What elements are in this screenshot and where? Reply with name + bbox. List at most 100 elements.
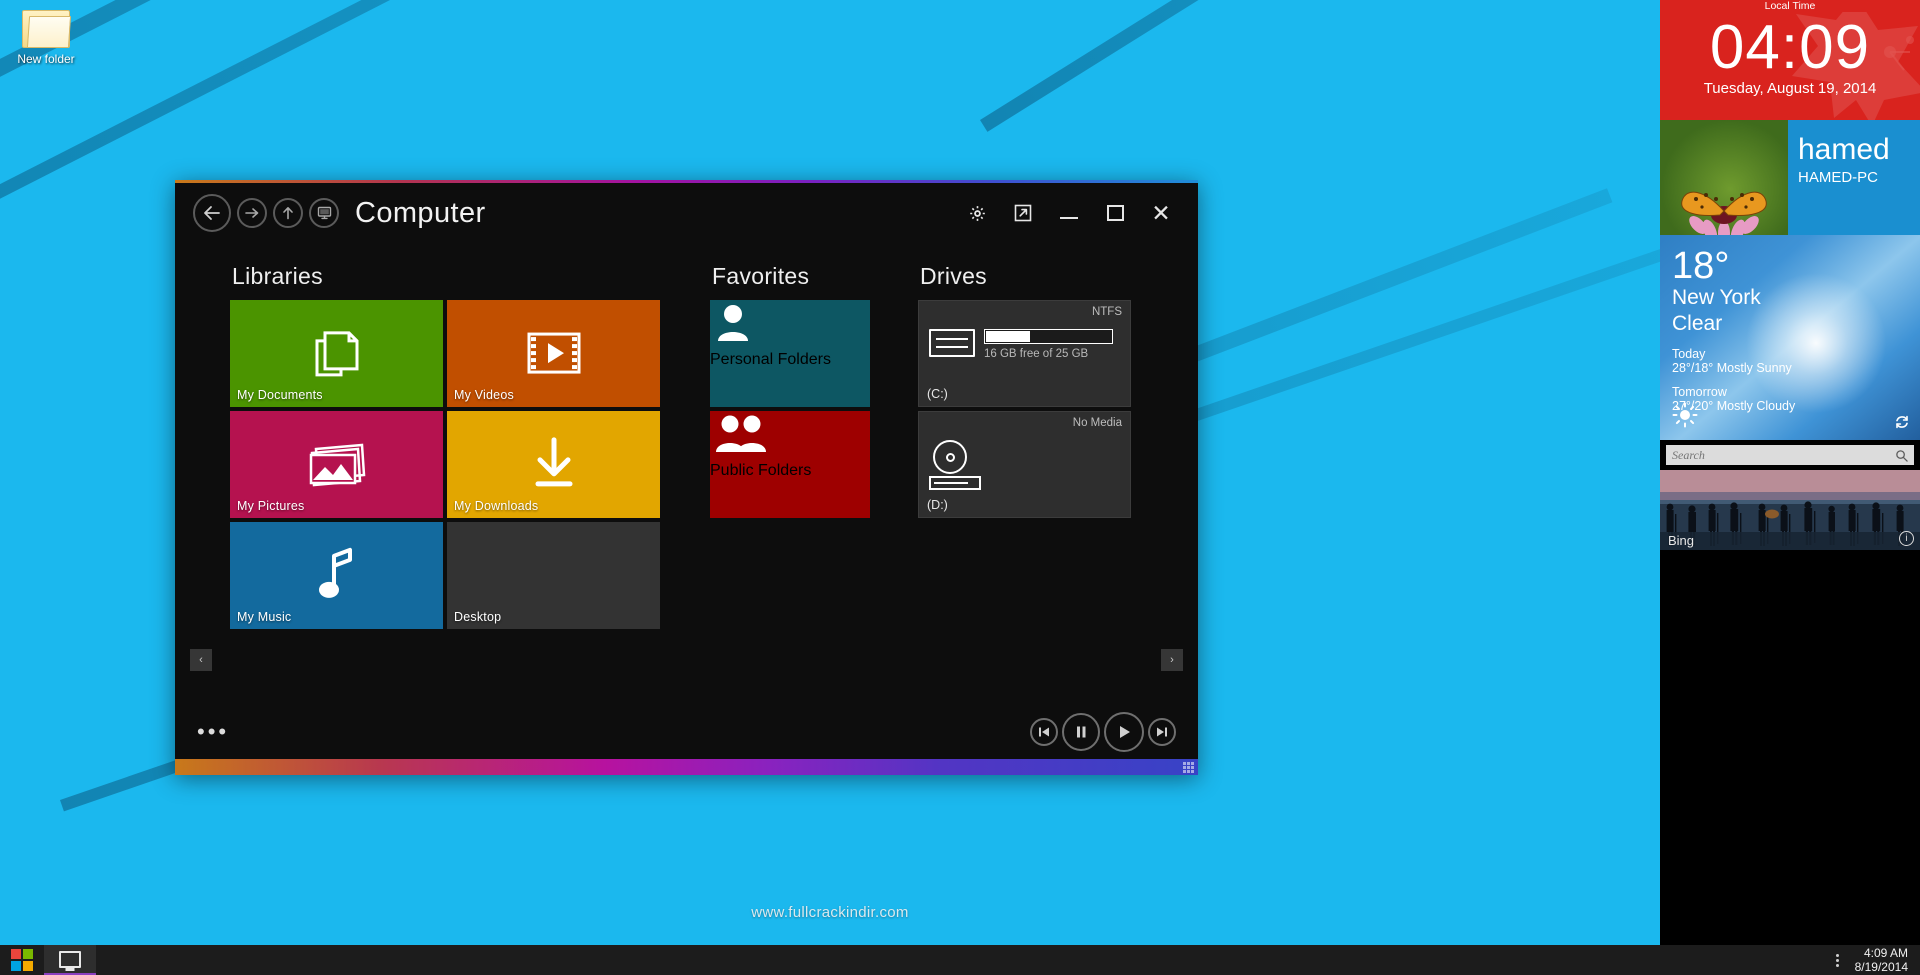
tile-my-documents[interactable]: My Documents (230, 300, 443, 407)
close-button[interactable]: ✕ (1138, 191, 1184, 235)
music-note-icon (230, 545, 443, 603)
user-tile[interactable]: hamed HAMED-PC (1660, 120, 1920, 235)
clock-time-taskbar: 4:09 AM (1863, 946, 1908, 960)
forecast-day-value: 28°/18° Mostly Sunny (1672, 361, 1792, 375)
tray-expand-icon[interactable] (1825, 945, 1851, 975)
tile-desktop[interactable]: Desktop (447, 522, 660, 629)
computer-name: HAMED-PC (1798, 169, 1879, 186)
tile-my-downloads[interactable]: My Downloads (447, 411, 660, 518)
forecast-day-label: Today (1672, 347, 1706, 361)
search-row (1660, 440, 1920, 470)
search-box[interactable] (1666, 445, 1914, 465)
user-info: hamed HAMED-PC (1788, 120, 1920, 235)
butterfly-flower-image (1681, 191, 1767, 235)
section-heading-drives: Drives (920, 263, 987, 289)
search-input[interactable] (1672, 447, 1895, 463)
weather-forecast-tomorrow: Tomorrow 27°/20° Mostly Cloudy (1672, 385, 1920, 413)
minimize-button[interactable] (1046, 191, 1092, 235)
tile-label: My Music (237, 610, 292, 624)
clock-date-taskbar: 8/19/2014 (1854, 960, 1908, 974)
tile-label: My Documents (237, 388, 323, 402)
gear-icon[interactable] (954, 191, 1000, 235)
section-heading-libraries: Libraries (232, 263, 323, 289)
tile-label: Public Folders (710, 462, 812, 479)
weather-tile[interactable]: 18° New York Clear Today 28°/18° Mostly … (1660, 235, 1920, 440)
bing-label: Bing (1668, 533, 1695, 548)
documents-icon (230, 324, 443, 380)
back-arrow-icon[interactable] (193, 194, 231, 232)
tile-my-pictures[interactable]: My Pictures (230, 411, 443, 518)
desktop-icon-label: New folder (17, 52, 75, 66)
drive-capacity-text: 16 GB free of 25 GB (984, 348, 1089, 360)
previous-track-icon[interactable] (1030, 718, 1058, 746)
tile-my-music[interactable]: My Music (230, 522, 443, 629)
window-content: Libraries My Documents My Videos My Pict… (175, 243, 1198, 671)
weather-temperature: 18° (1672, 245, 1730, 287)
resize-grip[interactable] (1183, 762, 1194, 773)
info-icon[interactable]: i (1899, 531, 1914, 546)
libraries-tile-grid: My Documents My Videos My Pictures My Do… (230, 300, 660, 629)
sun-icon (1672, 402, 1698, 428)
tile-personal-folders[interactable]: Personal Folders (710, 300, 870, 407)
popout-icon[interactable] (1000, 191, 1046, 235)
tile-public-folders[interactable]: Public Folders (710, 411, 870, 518)
page-title: Computer (355, 196, 486, 229)
user-name: hamed (1798, 133, 1890, 166)
local-time-label: Local Time (1660, 0, 1920, 12)
drive-filesystem: No Media (1072, 417, 1122, 429)
tile-label: My Pictures (237, 499, 305, 513)
maximize-button[interactable] (1092, 191, 1138, 235)
more-options-button[interactable]: ••• (197, 721, 229, 743)
computer-window[interactable]: Computer ✕ Libraries My Documents My Vid… (175, 180, 1198, 775)
download-arrow-icon (447, 435, 660, 491)
single-person-icon (710, 300, 870, 351)
scroll-right-button[interactable]: › (1161, 649, 1183, 671)
section-heading-favorites: Favorites (712, 263, 810, 289)
system-clock[interactable]: 4:09 AM 8/19/2014 (1851, 946, 1920, 974)
sidebar-tiles-panel: Local Time 04:09 Tuesday, August 19, 201… (1660, 0, 1920, 945)
desktop-icon-new-folder[interactable]: New folder (6, 4, 86, 66)
section-drives: Drives NTFS 16 GB free of 25 GB (C:) No … (918, 263, 1131, 518)
drive-filesystem: NTFS (1091, 306, 1122, 318)
two-people-icon (710, 411, 870, 462)
bing-image-tile[interactable]: Bing i (1660, 470, 1920, 550)
play-icon[interactable] (1104, 712, 1144, 752)
drive-c[interactable]: NTFS 16 GB free of 25 GB (C:) (918, 300, 1131, 407)
forecast-day-value: 27°/20° Mostly Cloudy (1672, 399, 1796, 413)
scroll-left-button[interactable]: ‹ (190, 649, 212, 671)
clock-tile[interactable]: 04:09 Tuesday, August 19, 2014 (1660, 12, 1920, 120)
drive-d[interactable]: No Media (D:) (918, 411, 1131, 518)
clock-date: Tuesday, August 19, 2014 (1703, 80, 1877, 97)
next-track-icon[interactable] (1148, 718, 1176, 746)
window-titlebar[interactable]: Computer ✕ (175, 183, 1198, 243)
taskbar-item-file-explorer[interactable] (44, 945, 96, 975)
tile-label: My Downloads (454, 499, 539, 513)
forecast-day-label: Tomorrow (1672, 385, 1727, 399)
user-account-picture[interactable] (1660, 120, 1788, 235)
favorites-tile-grid: Personal Folders Public Folders (710, 300, 870, 518)
start-button[interactable] (0, 945, 44, 975)
weather-forecast-today: Today 28°/18° Mostly Sunny (1672, 347, 1920, 375)
windows-logo-icon (11, 949, 33, 971)
tile-label: Personal Folders (710, 351, 831, 368)
window-bottom-accent (175, 759, 1198, 775)
section-favorites: Favorites Personal Folders Public Folder… (710, 263, 870, 518)
search-icon[interactable] (1895, 449, 1908, 462)
capacity-bar (984, 329, 1113, 344)
tile-my-videos[interactable]: My Videos (447, 300, 660, 407)
file-explorer-icon (59, 950, 81, 968)
optical-drive-icon (929, 440, 981, 490)
weather-city: New York (1672, 286, 1761, 309)
drives-tile-grid: NTFS 16 GB free of 25 GB (C:) No Media (… (918, 300, 1131, 518)
forward-arrow-icon[interactable] (237, 198, 267, 228)
computer-monitor-icon[interactable] (309, 198, 339, 228)
refresh-icon[interactable] (1894, 414, 1910, 430)
taskbar: 4:09 AM 8/19/2014 (0, 945, 1920, 975)
clock-time: 04:09 (1709, 13, 1871, 82)
pause-icon[interactable] (1062, 713, 1100, 751)
tile-label: My Videos (454, 388, 514, 402)
up-arrow-icon[interactable] (273, 198, 303, 228)
tile-label: Desktop (454, 610, 502, 624)
drive-letter: (D:) (927, 498, 948, 512)
pictures-icon (230, 439, 443, 489)
